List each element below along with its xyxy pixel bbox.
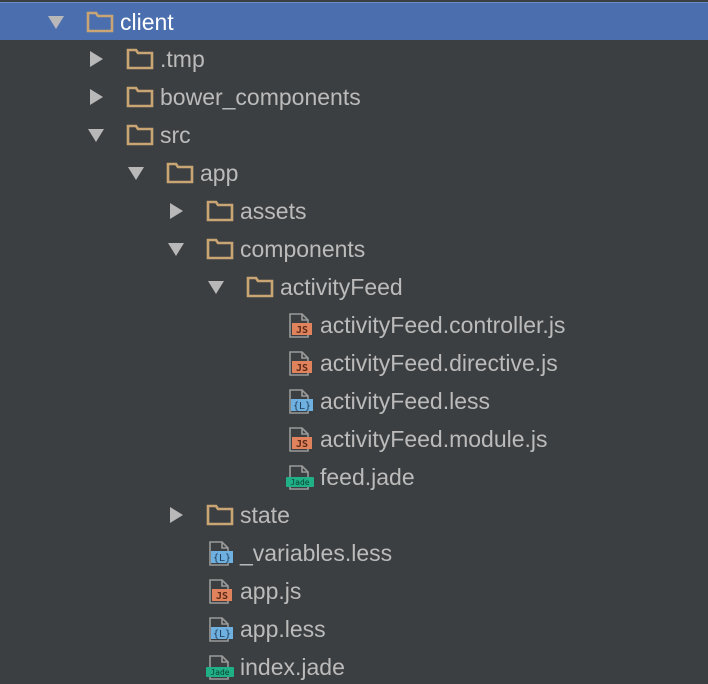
project-tree: client .tmp bower_componentssrc app assets co… (0, 0, 708, 684)
tree-row-bower-components[interactable]: bower_components (0, 78, 708, 116)
svg-text:JS: JS (296, 325, 308, 336)
expanded-arrow-icon[interactable] (167, 230, 187, 268)
svg-text:JS: JS (296, 363, 308, 374)
tree-item-label: activityFeed.directive.js (320, 350, 558, 376)
folder-icon (206, 230, 234, 268)
folder-icon (246, 268, 274, 306)
tree-row-app-js[interactable]: JS app.js (0, 572, 708, 610)
js-file-icon: JS (206, 572, 234, 610)
tree-item-label: activityFeed.less (320, 388, 491, 414)
tree-item-label: components (240, 236, 366, 262)
tree-item-label: index.jade (240, 654, 345, 680)
js-file-icon: JS (286, 420, 314, 458)
tree-item-label: activityFeed.module.js (320, 426, 548, 452)
folder-icon (206, 192, 234, 230)
tree-row-activityfeed-directive-js[interactable]: JS activityFeed.directive.js (0, 344, 708, 382)
tree-item-label: app.less (240, 616, 326, 642)
tree-item-label: activityFeed.controller.js (320, 312, 566, 338)
folder-icon (166, 154, 194, 192)
less-file-icon: {L} (206, 534, 234, 572)
expanded-arrow-icon[interactable] (207, 268, 227, 306)
jade-file-icon: Jade (286, 458, 314, 496)
svg-text:JS: JS (216, 591, 228, 602)
tree-item-label: app (200, 160, 239, 186)
folder-icon (126, 78, 154, 116)
tree-item-label: src (160, 122, 191, 148)
tree-row-activityfeed[interactable]: activityFeed (0, 268, 708, 306)
svg-text:JS: JS (296, 439, 308, 450)
tree-item-label: feed.jade (320, 464, 415, 490)
tree-row-src[interactable]: src (0, 116, 708, 154)
svg-text:{L}: {L} (213, 629, 231, 640)
tree-item-label: state (240, 502, 290, 528)
svg-text:Jade: Jade (210, 668, 229, 677)
folder-icon (206, 496, 234, 534)
less-file-icon: {L} (286, 382, 314, 420)
folder-icon (86, 3, 114, 41)
tree-item-label: app.js (240, 578, 302, 604)
tree-row-components[interactable]: components (0, 230, 708, 268)
collapsed-arrow-icon[interactable] (87, 78, 107, 116)
expanded-arrow-icon[interactable] (127, 154, 147, 192)
folder-icon (126, 40, 154, 78)
svg-text:{L}: {L} (213, 553, 231, 564)
tree-row-state[interactable]: state (0, 496, 708, 534)
tree-row-tmp[interactable]: .tmp (0, 40, 708, 78)
svg-text:Jade: Jade (290, 478, 309, 487)
tree-item-label: activityFeed (280, 274, 403, 300)
js-file-icon: JS (286, 306, 314, 344)
tree-row-index-jade[interactable]: Jade index.jade (0, 648, 708, 684)
collapsed-arrow-icon[interactable] (87, 40, 107, 78)
tree-item-label: bower_components (160, 84, 361, 110)
svg-text:{L}: {L} (293, 401, 311, 412)
tree-row-assets[interactable]: assets (0, 192, 708, 230)
tree-item-label: .tmp (160, 46, 205, 72)
collapsed-arrow-icon[interactable] (167, 496, 187, 534)
tree-item-label: client (120, 9, 174, 35)
tree-row-activityfeed-controller-js[interactable]: JS activityFeed.controller.js (0, 306, 708, 344)
tree-row-activityfeed-less[interactable]: {L} activityFeed.less (0, 382, 708, 420)
expanded-arrow-icon[interactable] (47, 3, 67, 41)
tree-row-variables-less[interactable]: {L} _variables.less (0, 534, 708, 572)
collapsed-arrow-icon[interactable] (167, 192, 187, 230)
tree-item-label: assets (240, 198, 307, 224)
less-file-icon: {L} (206, 610, 234, 648)
expanded-arrow-icon[interactable] (87, 116, 107, 154)
tree-row-feed-jade[interactable]: Jade feed.jade (0, 458, 708, 496)
js-file-icon: JS (286, 344, 314, 382)
tree-row-client[interactable]: client (0, 2, 708, 40)
folder-icon (126, 116, 154, 154)
jade-file-icon: Jade (206, 648, 234, 684)
tree-row-app[interactable]: app (0, 154, 708, 192)
tree-row-app-less[interactable]: {L} app.less (0, 610, 708, 648)
tree-row-activityfeed-module-js[interactable]: JS activityFeed.module.js (0, 420, 708, 458)
tree-item-label: _variables.less (240, 540, 393, 566)
